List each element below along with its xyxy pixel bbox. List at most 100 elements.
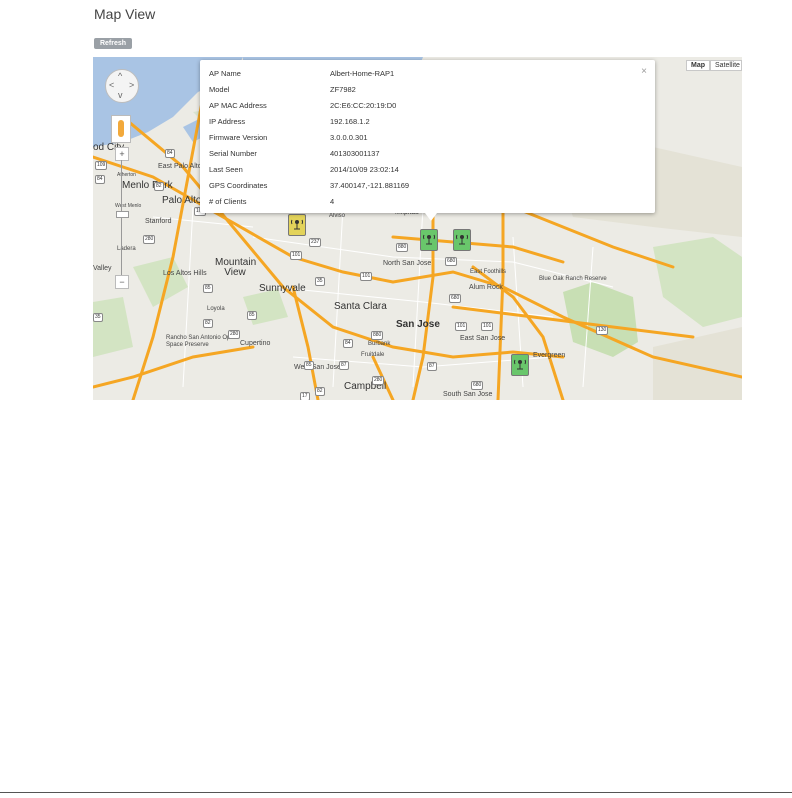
map-canvas[interactable]: od City East Palo Alto Atherton Menlo Pa… xyxy=(93,57,742,400)
map-label-ladera: Ladera xyxy=(117,246,136,252)
pan-up-icon[interactable]: ^ xyxy=(118,72,122,81)
access-point-icon xyxy=(456,234,468,245)
hwy-shield: 87 xyxy=(427,362,437,371)
ap-marker[interactable] xyxy=(288,214,306,236)
zoom-in-button[interactable]: + xyxy=(115,147,129,161)
ap-marker[interactable] xyxy=(511,354,529,376)
map-label-san-jose: San Jose xyxy=(396,319,440,330)
hwy-shield: 35 xyxy=(93,313,103,322)
access-point-icon xyxy=(423,234,435,245)
info-value: 37.400147,-121.881169 xyxy=(330,181,410,190)
map-label-alviso: Alviso xyxy=(329,213,346,219)
info-window-tail xyxy=(425,213,437,221)
zoom-slider-handle[interactable] xyxy=(116,211,129,218)
map-label-east-san-jose: East San Jose xyxy=(460,335,506,342)
pan-control[interactable]: ^ < > v xyxy=(105,69,139,103)
info-key: AP Name xyxy=(209,69,241,78)
info-row-serial: Serial Number 401303001137 xyxy=(209,149,380,158)
info-key: AP MAC Address xyxy=(209,101,267,110)
hwy-shield: 880 xyxy=(396,243,409,252)
access-point-icon xyxy=(291,219,303,230)
hwy-shield: 880 xyxy=(371,331,384,340)
map-label-valley: Valley xyxy=(93,265,112,272)
hwy-shield: 84 xyxy=(95,175,105,184)
hwy-shield: 130 xyxy=(596,326,609,335)
hwy-shield: 101 xyxy=(455,322,468,331)
info-row-model: Model ZF7982 xyxy=(209,85,356,94)
info-row-clients: # of Clients 4 xyxy=(209,197,334,206)
info-row-firmware: Firmware Version 3.0.0.0.301 xyxy=(209,133,368,142)
map-label-east-foothills: East Foothills xyxy=(470,269,507,275)
map-label-west-menlo: West Menlo xyxy=(115,203,142,209)
map-label-loyola: Loyola xyxy=(207,306,225,312)
pan-right-icon[interactable]: > xyxy=(129,81,134,90)
hwy-shield: 82 xyxy=(154,182,164,191)
map-label-burbank: Burbank xyxy=(368,341,391,347)
hwy-shield: 680 xyxy=(449,294,462,303)
info-row-ip: IP Address 192.168.1.2 xyxy=(209,117,370,126)
map-type-map-button[interactable]: Map xyxy=(686,60,710,71)
hwy-shield: 84 xyxy=(343,339,353,348)
hwy-shield: 85 xyxy=(247,311,257,320)
map-label-sunnyvale: Sunnyvale xyxy=(259,283,306,294)
info-key: Serial Number xyxy=(209,149,257,158)
info-value: 3.0.0.0.301 xyxy=(330,133,368,142)
map-label-fruitdale: Fruitdale xyxy=(361,352,385,358)
ap-marker[interactable] xyxy=(420,229,438,251)
pan-down-icon[interactable]: v xyxy=(118,91,123,100)
map-type-control: Map Satellite xyxy=(686,60,742,71)
hwy-shield: 237 xyxy=(309,238,322,247)
hwy-shield: 101 xyxy=(360,272,373,281)
zoom-out-button[interactable]: − xyxy=(115,275,129,289)
map-label-mountain-view: Mountain View xyxy=(215,257,257,278)
map-type-satellite-button[interactable]: Satellite xyxy=(710,60,742,71)
ap-info-window: × AP Name Albert-Home-RAP1 Model ZF7982 AP… xyxy=(200,60,655,221)
map-label-santa-clara: Santa Clara xyxy=(334,301,387,312)
info-value: 401303001137 xyxy=(330,149,380,158)
map-label-los-altos-hills: Los Altos Hills xyxy=(163,270,207,277)
close-icon[interactable]: × xyxy=(641,66,647,77)
ap-marker[interactable] xyxy=(453,229,471,251)
map-label-stanford: Stanford xyxy=(145,218,172,225)
info-row-mac: AP MAC Address 2C:E6:CC:20:19:D0 xyxy=(209,101,396,110)
hwy-shield: 680 xyxy=(471,381,484,390)
info-value: 192.168.1.2 xyxy=(330,117,370,126)
map-label-cupertino: Cupertino xyxy=(240,340,271,347)
info-key: IP Address xyxy=(209,117,246,126)
map-label-atherton: Atherton xyxy=(117,172,136,178)
info-row-last-seen: Last Seen 2014/10/09 23:02:14 xyxy=(209,165,399,174)
hwy-shield: 85 xyxy=(304,361,314,370)
info-row-gps: GPS Coordinates 37.400147,-121.881169 xyxy=(209,181,409,190)
hwy-shield: 82 xyxy=(315,387,325,396)
map-label-palo-alto: Palo Alto xyxy=(162,195,202,206)
refresh-button[interactable]: Refresh xyxy=(94,38,132,49)
page-title: Map View xyxy=(94,6,156,22)
street-view-pegman-icon[interactable] xyxy=(111,115,131,143)
map-label-alum-rock: Alum Rock xyxy=(469,284,503,291)
info-key: Last Seen xyxy=(209,165,243,174)
info-value: 4 xyxy=(330,197,335,206)
map-label-blue-oak: Blue Oak Ranch Reserve xyxy=(539,276,607,282)
map-label-evergreen: Evergreen xyxy=(533,352,566,359)
hwy-shield: 280 xyxy=(143,235,156,244)
hwy-shield: 680 xyxy=(445,257,458,266)
map-label-west-san-jose: West San Jose xyxy=(294,364,341,371)
hwy-shield: 280 xyxy=(228,330,241,339)
footer-divider xyxy=(0,792,792,793)
hwy-shield: 82 xyxy=(203,319,213,328)
hwy-shield: 17 xyxy=(300,392,310,400)
map-label-menlo-park: Menlo Park xyxy=(122,180,173,191)
info-key: GPS Coordinates xyxy=(209,181,268,190)
hwy-shield: 87 xyxy=(339,361,349,370)
info-value: ZF7982 xyxy=(330,85,356,94)
pan-left-icon[interactable]: < xyxy=(109,81,114,90)
info-row-ap-name: AP Name Albert-Home-RAP1 xyxy=(209,69,394,78)
hwy-shield: 280 xyxy=(372,376,385,385)
info-key: Firmware Version xyxy=(209,133,268,142)
info-value: Albert-Home-RAP1 xyxy=(330,69,395,78)
hwy-shield: 85 xyxy=(203,284,213,293)
hwy-shield: 101 xyxy=(481,322,494,331)
info-key: Model xyxy=(209,85,230,94)
info-value: 2014/10/09 23:02:14 xyxy=(330,165,399,174)
hwy-shield: 109 xyxy=(95,161,108,170)
